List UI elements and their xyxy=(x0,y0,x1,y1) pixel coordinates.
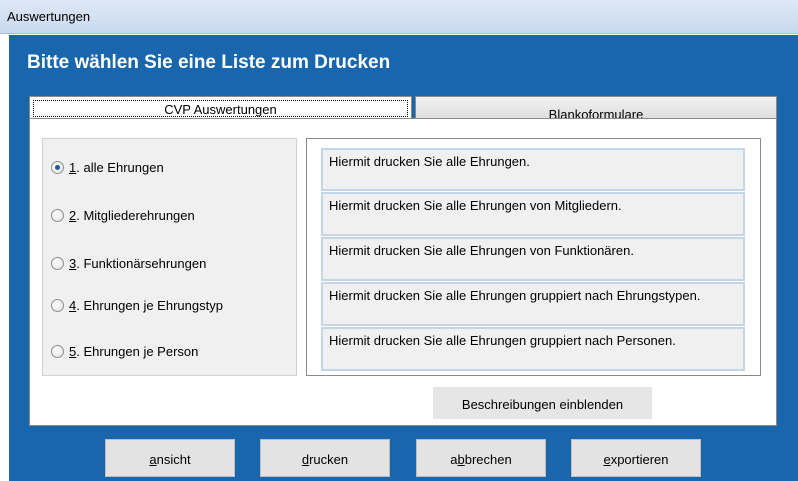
tab-label: CVP Auswertungen xyxy=(33,100,408,117)
radio-unchecked-icon xyxy=(51,344,64,358)
abbrechen-button[interactable]: abbrechen xyxy=(416,439,546,477)
exportieren-button[interactable]: exportieren xyxy=(571,439,701,477)
drucken-button[interactable]: drucken xyxy=(260,439,390,477)
tab-cvp-auswertungen[interactable]: CVP Auswertungen xyxy=(29,96,412,119)
description-item: Hiermit drucken Sie alle Ehrungen von Fu… xyxy=(321,237,745,281)
ansicht-button[interactable]: ansicht xyxy=(105,439,235,477)
radio-unchecked-icon xyxy=(51,256,64,270)
radio-unchecked-icon xyxy=(51,298,64,312)
radio-checked-icon xyxy=(51,160,64,174)
description-item: Hiermit drucken Sie alle Ehrungen. xyxy=(321,148,745,191)
radio-unchecked-icon xyxy=(51,208,64,222)
option-ehrungen-je-person[interactable]: 5. Ehrungen je Person xyxy=(51,341,198,361)
option-funktionaersehrungen[interactable]: 3. Funktionärsehrungen xyxy=(51,253,206,273)
description-item: Hiermit drucken Sie alle Ehrungen gruppi… xyxy=(321,327,745,371)
description-item: Hiermit drucken Sie alle Ehrungen gruppi… xyxy=(321,282,745,326)
show-descriptions-button[interactable]: Beschreibungen einblenden xyxy=(433,387,652,419)
option-alle-ehrungen[interactable]: 1. alle Ehrungen xyxy=(51,157,164,177)
window-title: Auswertungen xyxy=(7,9,91,24)
option-ehrungen-je-ehrungstyp[interactable]: 4. Ehrungen je Ehrungstyp xyxy=(51,295,223,315)
report-option-group: 1. alle Ehrungen 2. Mitgliederehrungen 3… xyxy=(42,138,297,376)
window-titlebar: Auswertungen xyxy=(0,0,798,34)
description-panel: Hiermit drucken Sie alle Ehrungen. Hierm… xyxy=(306,138,761,376)
description-item: Hiermit drucken Sie alle Ehrungen von Mi… xyxy=(321,192,745,236)
page-title: Bitte wählen Sie eine Liste zum Drucken xyxy=(27,52,391,73)
option-mitgliederehrungen[interactable]: 2. Mitgliederehrungen xyxy=(51,205,195,225)
